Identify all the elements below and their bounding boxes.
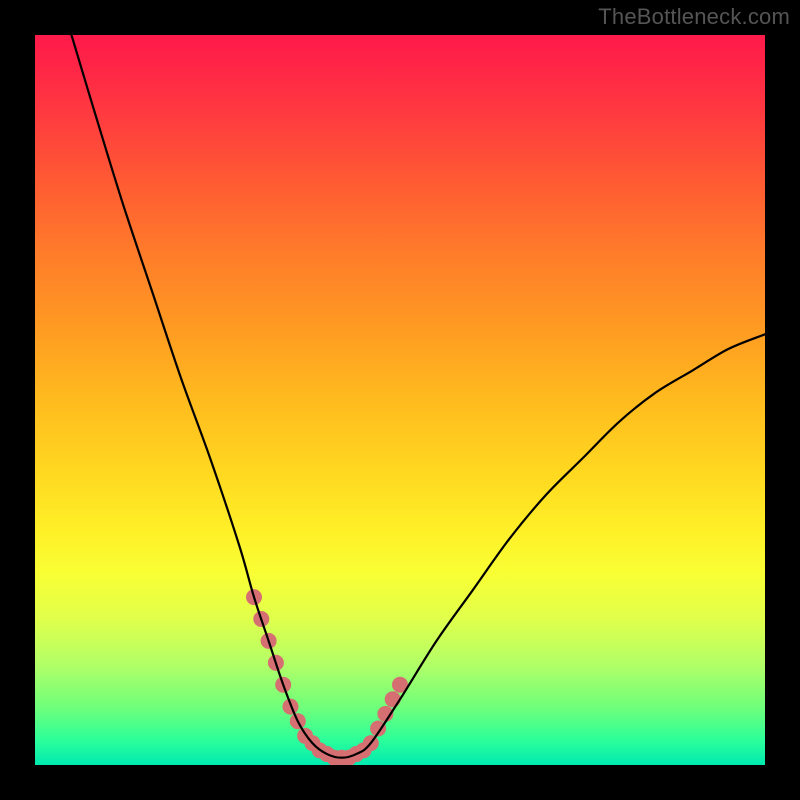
trough-marker — [385, 691, 401, 707]
chart-frame: TheBottleneck.com — [0, 0, 800, 800]
watermark-text: TheBottleneck.com — [598, 4, 790, 30]
bottleneck-plot — [35, 35, 765, 765]
plot-area — [35, 35, 765, 765]
gradient-background — [35, 35, 765, 765]
